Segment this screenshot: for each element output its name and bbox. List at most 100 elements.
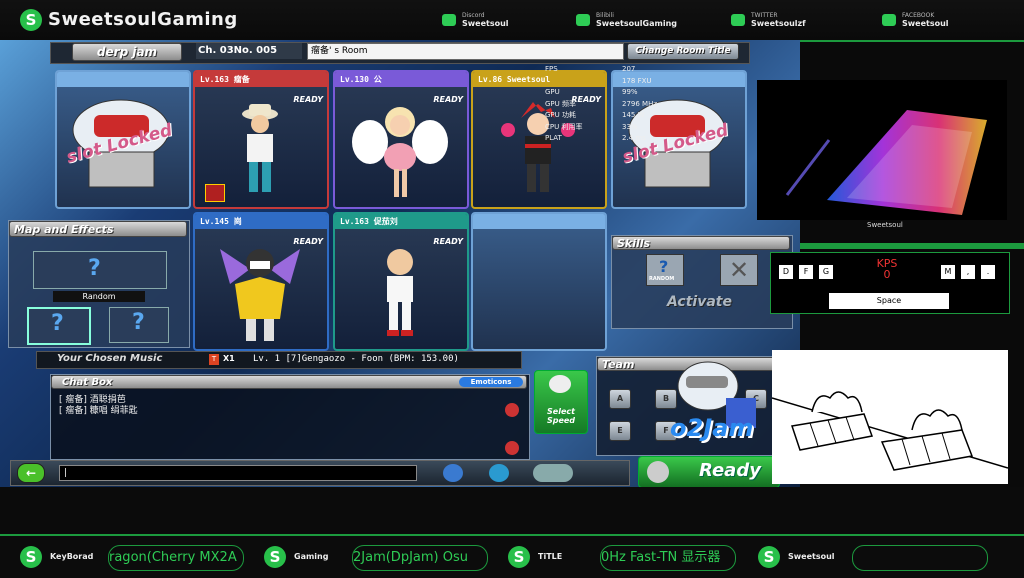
select-speed-button[interactable]: Select Speed bbox=[534, 370, 588, 434]
slot-level bbox=[57, 72, 189, 87]
social-value: Sweetsoul bbox=[902, 19, 949, 28]
twitter-icon bbox=[731, 14, 745, 26]
music-bar: Your Chosen Music T X1 Lv. 1 [7]Gengaozo… bbox=[36, 351, 522, 369]
player-avatar-icon bbox=[220, 249, 300, 341]
kps-panel: D F G KPS 0 M , . Space bbox=[770, 252, 1010, 314]
back-arrow-icon[interactable]: ← bbox=[17, 463, 45, 483]
key-m: M bbox=[941, 265, 955, 279]
chat-input[interactable]: | bbox=[59, 465, 417, 481]
room-title-field: 瘤备' s Room bbox=[307, 43, 624, 60]
overlay-value: 2796 MHz bbox=[622, 99, 658, 108]
chosen-track[interactable]: Lv. 1 [7]Gengaozo - Foon (BPM: 153.00) bbox=[253, 354, 459, 364]
bottom-scroll-keyboard: ragon(Cherry MX2A bbox=[108, 545, 244, 571]
player-slot-2[interactable]: Lv.163 瘤备 READY bbox=[193, 70, 329, 209]
bongo-cat-overlay bbox=[771, 350, 1009, 484]
stream-top-bar: S SweetsoulGaming Discord Sweetsoul Bili… bbox=[0, 0, 1024, 42]
room-channel: Ch. 03No. 005 bbox=[196, 43, 302, 59]
key-period: . bbox=[981, 265, 995, 279]
chat-messages: [ 瘤备] 酒聪捐芭 [ 瘤备] 糠唱 绢菲匙 bbox=[59, 395, 138, 417]
kps-value: 0 bbox=[883, 268, 891, 281]
key-g: G bbox=[819, 265, 833, 279]
player-avatar-icon bbox=[242, 104, 278, 192]
divider bbox=[800, 40, 1024, 42]
social-label: TWITTER bbox=[751, 12, 778, 19]
player-slot-8[interactable] bbox=[471, 212, 607, 351]
social-bilibili: Bilibili SweetsoulGaming bbox=[576, 12, 686, 32]
speed-multiplier: X1 bbox=[223, 354, 235, 363]
random-question-icon: ? bbox=[51, 311, 64, 336]
bilibili-icon bbox=[576, 14, 590, 26]
bongo-cat-icon bbox=[771, 391, 1009, 471]
change-room-title-button[interactable]: Change Room Title bbox=[627, 43, 739, 60]
skill-slot-random[interactable]: RANDOM ? bbox=[646, 254, 684, 286]
ready-label: READY bbox=[293, 95, 323, 104]
ready-button-label: Ready bbox=[699, 460, 761, 481]
map-selection-label: Random bbox=[53, 291, 145, 302]
chat-scroll-down-icon[interactable] bbox=[505, 441, 519, 455]
difficulty-icon: T bbox=[209, 354, 219, 365]
item-icon bbox=[205, 184, 225, 202]
divider bbox=[800, 243, 1024, 249]
overlay-value: 178 FXU bbox=[622, 76, 652, 85]
bottom-label: Gaming bbox=[294, 552, 329, 561]
bottom-logo-icon: S bbox=[508, 546, 530, 568]
slot-level bbox=[473, 214, 605, 229]
brand-title: SweetsoulGaming bbox=[48, 9, 238, 30]
bottom-logo-icon: S bbox=[758, 546, 780, 568]
key-space: Space bbox=[829, 293, 949, 309]
player-avatar-icon bbox=[387, 249, 413, 336]
key-f: F bbox=[799, 265, 813, 279]
bottom-scroll-sweetsoul bbox=[852, 545, 988, 571]
team-e-button[interactable]: E bbox=[609, 421, 631, 441]
random-skill-icon: ? bbox=[659, 257, 669, 276]
player-slot-7[interactable]: Lv.163 促茄刘 READY bbox=[333, 212, 469, 351]
chat-box-panel: Chat Box Emoticons [ 瘤备] 酒聪捐芭 [ 瘤备] 糠唱 绢… bbox=[50, 374, 530, 460]
discord-icon bbox=[442, 14, 456, 26]
social-label: Discord bbox=[462, 12, 485, 19]
player-slot-6[interactable]: Lv.145 崗 READY bbox=[193, 212, 329, 351]
chat-box-title: Chat Box bbox=[51, 375, 527, 389]
player-slot-3[interactable]: Lv.130 公 READY bbox=[333, 70, 469, 209]
overlay-value: 99% bbox=[622, 88, 638, 96]
skills-title: Skills bbox=[612, 236, 790, 250]
ready-note-icon bbox=[647, 461, 669, 483]
o2jam-logo: o2Jam bbox=[670, 414, 754, 442]
social-label: Bilibili bbox=[596, 12, 614, 19]
map-preview[interactable]: ? bbox=[33, 251, 167, 289]
bottom-scroll-text: ragon(Cherry MX2A bbox=[109, 550, 237, 565]
social-value: Sweetsoulzf bbox=[751, 19, 806, 28]
slot-level: Lv.130 公 bbox=[335, 72, 467, 87]
speed-note-icon bbox=[549, 375, 571, 393]
player-slot-1[interactable]: slot Locked bbox=[55, 70, 191, 209]
chat-message: [ 瘤备] 酒聪捐芭 bbox=[59, 395, 126, 405]
ready-button[interactable]: Ready bbox=[638, 456, 780, 487]
bottom-logo-icon: S bbox=[20, 546, 42, 568]
camera-label: Sweetsoul bbox=[867, 221, 903, 229]
music-title: Your Chosen Music bbox=[57, 353, 163, 364]
skill-slot-empty-icon[interactable]: ✕ bbox=[720, 254, 758, 286]
activate-button[interactable]: Activate bbox=[667, 294, 732, 310]
player-avatar-icon bbox=[352, 107, 448, 197]
bottom-item-sweetsoul: S Sweetsoul bbox=[758, 546, 848, 570]
brand-logo-icon: S bbox=[20, 9, 42, 31]
map-effects-panel: Map and Effects ? Random ? ? bbox=[8, 220, 190, 348]
performance-overlay-values: 207 178 FXU 99% 2796 MHz 145 W 33% 2.4 m… bbox=[622, 64, 672, 174]
messenger-icon[interactable] bbox=[533, 464, 573, 482]
slot-level: Lv.163 促茄刘 bbox=[335, 214, 467, 229]
chat-input-bar: ← | bbox=[10, 460, 630, 486]
social-value: SweetsoulGaming bbox=[596, 19, 677, 28]
emoticons-button[interactable]: Emoticons bbox=[459, 377, 523, 387]
bottom-item-keyboard: S KeyBorad bbox=[20, 546, 100, 570]
team-a-button[interactable]: A bbox=[609, 389, 631, 409]
chat-scroll-up-icon[interactable] bbox=[505, 403, 519, 417]
select-speed-label: Select Speed bbox=[546, 407, 576, 425]
social-discord: Discord Sweetsoul bbox=[442, 12, 532, 32]
effect-slot-2[interactable]: ? bbox=[109, 307, 169, 343]
bottom-logo-icon: S bbox=[264, 546, 286, 568]
overlay-value: 33% bbox=[622, 122, 638, 131]
facebook-icon bbox=[882, 14, 896, 26]
friends-icon[interactable] bbox=[443, 464, 463, 482]
settings-icon[interactable] bbox=[489, 464, 509, 482]
bottom-scroll-gaming: 2Jam(DpJam) Osu bbox=[352, 545, 488, 571]
effect-slot-1[interactable]: ? bbox=[27, 307, 91, 345]
